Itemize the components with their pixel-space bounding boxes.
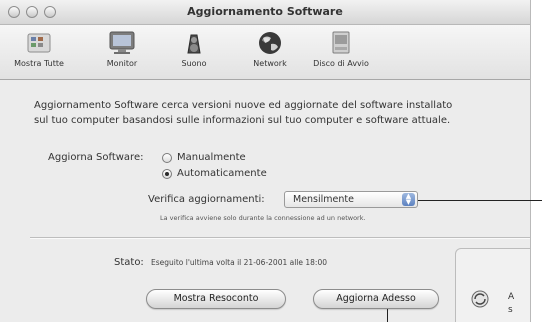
check-updates-label: Verifica aggiornamenti: [148, 194, 265, 205]
window-title: Aggiornamento Software [187, 5, 343, 18]
radio-automatic[interactable]: Automaticamente [162, 168, 267, 179]
toolbar-item-network[interactable]: Network [235, 29, 305, 68]
show-all-icon [27, 33, 51, 53]
description-line: sul tuo computer basandosi sulle informa… [34, 115, 451, 126]
toolbar-item-startup-disk[interactable]: Disco di Avvio [306, 29, 376, 68]
divider [30, 237, 530, 239]
network-icon [259, 32, 281, 54]
toolbar-item-label: Mostra Tutte [14, 59, 64, 68]
callout-line [418, 200, 542, 201]
status-value: Eseguito l'ultima volta il 21-06-2001 al… [151, 258, 327, 267]
status-label: Stato: [114, 257, 144, 268]
update-now-button[interactable]: Aggiorna Adesso [313, 289, 439, 309]
connection-note: La verifica avviene solo durante la conn… [160, 214, 366, 222]
startup-disk-icon [332, 31, 350, 54]
description: Aggiornamento Software cerca versioni nu… [34, 98, 514, 128]
radio-label[interactable]: Automaticamente [177, 168, 267, 179]
toolbar-item-label: Disco di Avvio [313, 59, 369, 68]
title-bar[interactable]: Aggiornamento Software [0, 0, 530, 25]
frequency-select[interactable]: Mensilmente ▲ ▼ [284, 191, 418, 208]
radio-button[interactable] [162, 168, 172, 179]
preferences-window: Aggiornamento Software Mostra Tutte Moni… [0, 0, 531, 322]
toolbar-item-label: Monitor [106, 59, 138, 68]
monitor-icon [109, 31, 135, 54]
toolbar-item-show-all[interactable]: Mostra Tutte [4, 29, 74, 68]
toolbar: Mostra Tutte Monitor Suono Network Disco… [0, 25, 530, 80]
toolbar-item-label: Suono [181, 59, 207, 68]
description-line: Aggiornamento Software cerca versioni nu… [34, 100, 453, 111]
overlapping-panel: A s [455, 248, 530, 322]
preference-pane: Aggiornamento Software cerca versioni nu… [0, 80, 530, 322]
radio-label[interactable]: Manualmente [177, 152, 246, 163]
frequency-value: Mensilmente [293, 194, 354, 205]
software-update-icon [471, 290, 489, 308]
callout-line [387, 309, 388, 322]
toolbar-item-sound[interactable]: Suono [159, 29, 229, 68]
show-log-button[interactable]: Mostra Resoconto [146, 289, 286, 309]
sound-icon [187, 34, 201, 54]
side-text: A [508, 292, 515, 302]
radio-button[interactable] [162, 152, 172, 163]
update-software-label: Aggiorna Software: [48, 152, 144, 163]
side-text: s [508, 305, 513, 315]
toolbar-item-label: Network [253, 59, 287, 68]
radio-manual[interactable]: Manualmente [162, 152, 246, 163]
chevron-up-down-icon: ▲ ▼ [402, 193, 415, 206]
toolbar-item-monitor[interactable]: Monitor [87, 29, 157, 68]
